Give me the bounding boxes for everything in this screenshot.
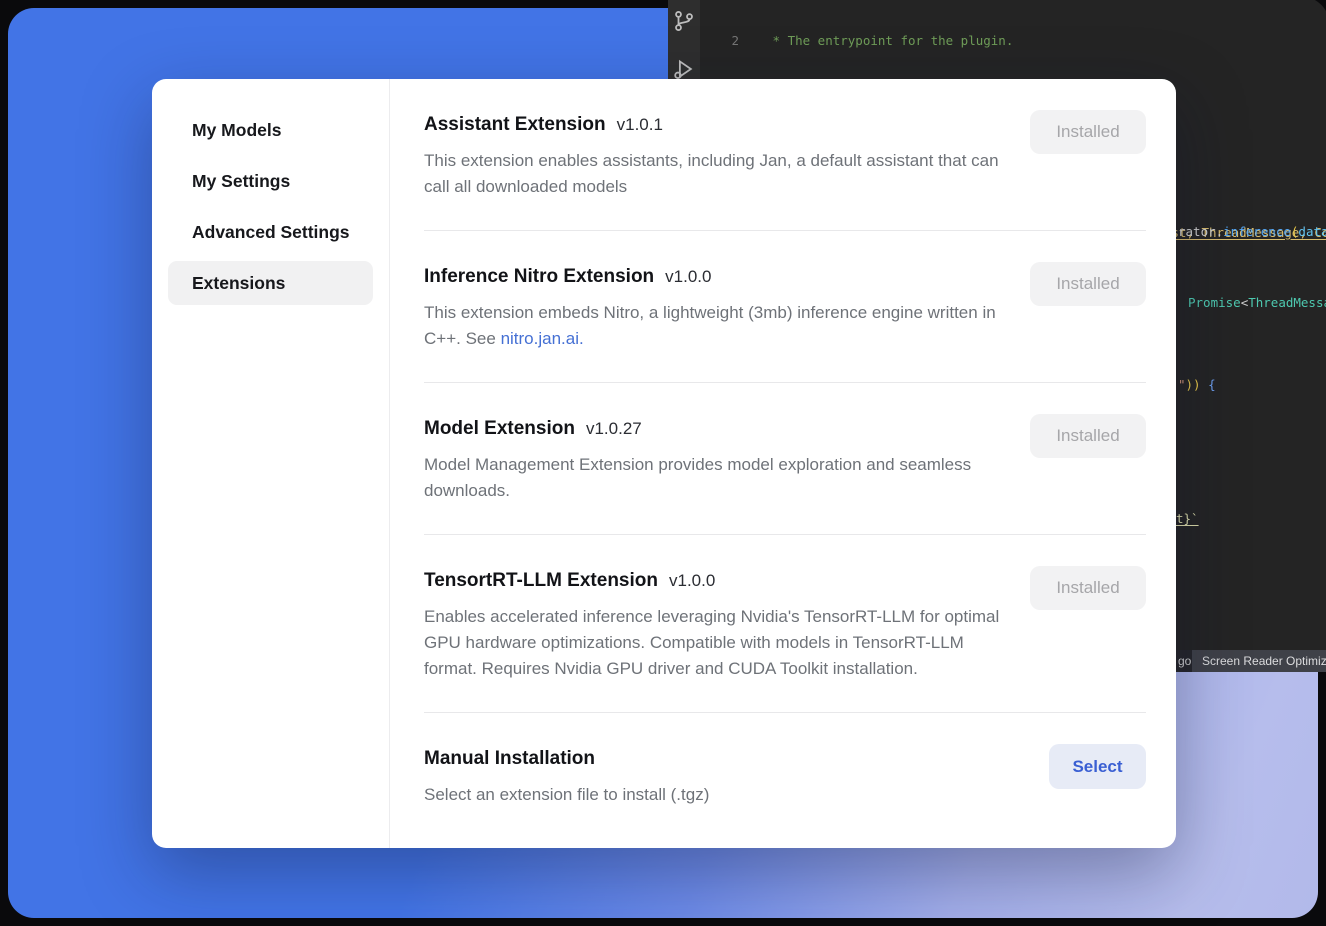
- installed-button[interactable]: Installed: [1030, 414, 1146, 458]
- sidebar-item-label: Extensions: [192, 273, 285, 294]
- extension-version: v1.0.1: [617, 115, 663, 135]
- settings-sidebar: My Models My Settings Advanced Settings …: [152, 79, 390, 848]
- code-fragment-block: ")) {: [1178, 377, 1216, 392]
- sidebar-item-label: Advanced Settings: [192, 222, 350, 243]
- installed-button[interactable]: Installed: [1030, 262, 1146, 306]
- settings-panel: My Models My Settings Advanced Settings …: [152, 79, 1176, 848]
- extension-version: v1.0.27: [586, 419, 642, 439]
- manual-installation-row: Manual Installation Select an extension …: [424, 713, 1146, 838]
- extension-title: Manual Installation: [424, 747, 1146, 770]
- sidebar-item-label: My Settings: [192, 171, 290, 192]
- installed-button[interactable]: Installed: [1030, 566, 1146, 610]
- code-fragment-template: t}`: [1176, 511, 1199, 526]
- sidebar-item-my-settings[interactable]: My Settings: [168, 159, 373, 203]
- status-bar-text-left[interactable]: go: [1178, 650, 1191, 672]
- extension-name: Model Extension: [424, 417, 575, 440]
- extension-row-tensorrt-llm: TensortRT-LLM Extension v1.0.0 Enables a…: [424, 535, 1146, 713]
- code-fragment-promise: Promise<ThreadMessage>: [1188, 295, 1326, 310]
- screen-reader-optimized-status[interactable]: Screen Reader Optimized: [1192, 650, 1326, 672]
- select-file-button[interactable]: Select: [1049, 744, 1146, 789]
- extension-description: Model Management Extension provides mode…: [424, 452, 1009, 504]
- extension-name: TensortRT-LLM Extension: [424, 569, 658, 592]
- code-line: 2 * The entrypoint for the plugin.: [700, 33, 1326, 49]
- line-number: 2: [700, 33, 755, 49]
- extension-version: v1.0.0: [669, 571, 715, 591]
- extension-row-assistant: Assistant Extension v1.0.1 This extensio…: [424, 79, 1146, 231]
- nitro-jan-ai-link[interactable]: nitro.jan.ai.: [501, 329, 584, 348]
- manual-installation-description: Select an extension file to install (.tg…: [424, 782, 1009, 808]
- run-debug-icon[interactable]: [673, 58, 695, 80]
- extension-description: This extension enables assistants, inclu…: [424, 148, 1009, 200]
- extension-row-model: Model Extension v1.0.27 Model Management…: [424, 383, 1146, 535]
- installed-button[interactable]: Installed: [1030, 110, 1146, 154]
- extension-version: v1.0.0: [665, 267, 711, 287]
- source-control-icon[interactable]: [673, 10, 695, 32]
- extension-description: This extension embeds Nitro, a lightweig…: [424, 300, 1009, 352]
- extensions-list: Assistant Extension v1.0.1 This extensio…: [390, 79, 1176, 848]
- extension-name: Inference Nitro Extension: [424, 265, 654, 288]
- extension-name: Assistant Extension: [424, 113, 606, 136]
- sidebar-item-advanced-settings[interactable]: Advanced Settings: [168, 210, 373, 254]
- sidebar-item-extensions[interactable]: Extensions: [168, 261, 373, 305]
- extension-description: Enables accelerated inference leveraging…: [424, 604, 1009, 682]
- desktop: 2 * The entrypoint for the plugin. 3 */ …: [0, 0, 1326, 926]
- code-fragment-inference: rator.inference(data));: [1178, 224, 1326, 239]
- code-text: * The entrypoint for the plugin.: [755, 33, 1013, 49]
- sidebar-item-label: My Models: [192, 120, 281, 141]
- extension-row-inference-nitro: Inference Nitro Extension v1.0.0 This ex…: [424, 231, 1146, 383]
- manual-installation-title: Manual Installation: [424, 747, 595, 770]
- sidebar-item-my-models[interactable]: My Models: [168, 108, 373, 152]
